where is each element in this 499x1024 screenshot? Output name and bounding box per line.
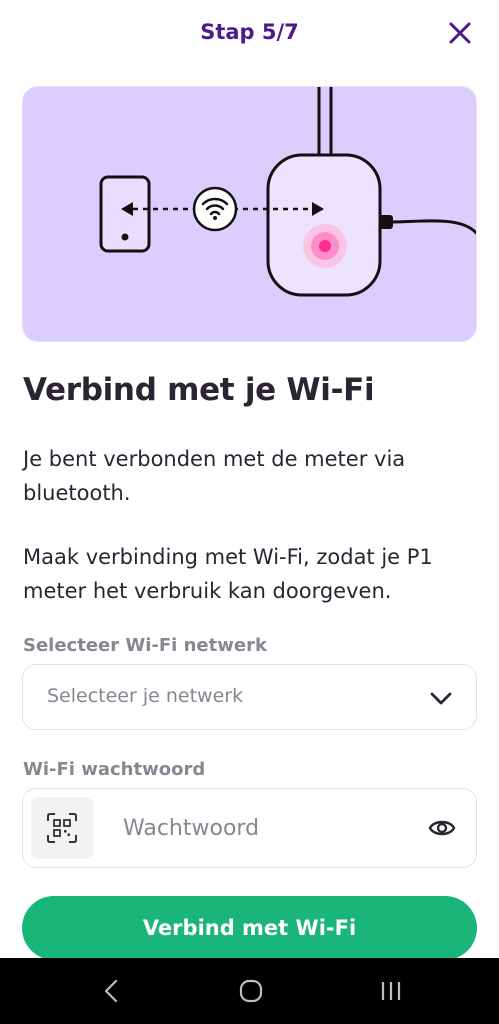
qr-scan-icon [47,813,77,843]
password-input[interactable] [123,809,413,847]
password-label: Wi-Fi wachtwoord [23,759,206,780]
password-field [22,788,477,868]
header: Stap 5/7 [0,0,499,70]
wifi-setup-illustration [22,86,477,342]
chevron-down-icon [430,692,452,705]
home-icon[interactable] [239,979,263,1003]
page-title: Verbind met je Wi-Fi [23,372,375,408]
network-label: Selecteer Wi-Fi netwerk [23,635,267,656]
eye-icon[interactable] [428,816,456,840]
system-navigation-bar [0,958,499,1024]
recents-icon[interactable] [379,980,403,1002]
network-placeholder: Selecteer je netwerk [47,685,244,707]
connect-wifi-button[interactable]: Verbind met Wi-Fi [22,896,477,960]
back-icon[interactable] [100,978,124,1004]
step-indicator: Stap 5/7 [200,20,299,44]
bluetooth-status-text: Je bent verbonden met de meter via bluet… [23,447,406,505]
network-select[interactable]: Selecteer je netwerk [22,664,477,730]
wifi-instructions-text: Maak verbinding met Wi-Fi, zodat je P1 m… [23,545,433,603]
qr-scan-button[interactable] [31,797,93,859]
phone-wifi-meter-illustration [99,87,476,297]
close-icon[interactable] [445,18,475,48]
